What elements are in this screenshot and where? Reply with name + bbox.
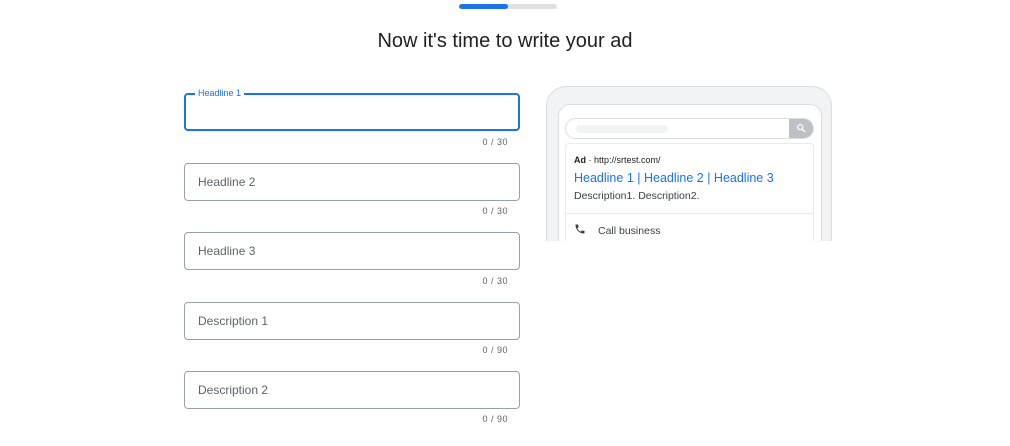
search-icon <box>796 120 806 138</box>
headline-1-input[interactable] <box>186 95 518 129</box>
headline-3-input[interactable] <box>185 233 519 269</box>
ad-badge: Ad <box>574 155 586 165</box>
description-1-counter: 0 / 90 <box>482 345 508 355</box>
headline-2-counter: 0 / 30 <box>482 206 508 216</box>
call-business-label: Call business <box>598 224 661 237</box>
preview-search-placeholder <box>576 125 668 133</box>
headline-3-field[interactable]: Headline 3 <box>184 232 520 270</box>
description-2-field[interactable]: Description 2 <box>184 371 520 409</box>
preview-ad-description: Description1. Description2. <box>574 190 700 202</box>
preview-ad-divider <box>566 213 813 214</box>
headline-2-input[interactable] <box>185 164 519 200</box>
preview-search-button <box>789 119 813 138</box>
headline-1-field[interactable]: Headline 1 <box>184 88 520 131</box>
headline-2-field[interactable]: Headline 2 <box>184 163 520 201</box>
headline-3-counter: 0 / 30 <box>482 276 508 286</box>
description-1-input[interactable] <box>185 303 519 339</box>
ad-display-url: http://srtest.com/ <box>594 155 661 165</box>
progress-bar <box>459 4 557 9</box>
ad-preview-phone: Ad · http://srtest.com/ Headline 1 | Hea… <box>546 86 832 241</box>
preview-search-bar <box>565 118 814 139</box>
page-title: Now it's time to write your ad <box>377 30 633 52</box>
ad-preview-screen: Ad · http://srtest.com/ Headline 1 | Hea… <box>558 104 822 241</box>
preview-call-extension: Call business <box>574 223 660 238</box>
headline-1-counter: 0 / 30 <box>482 137 508 147</box>
ad-separator: · <box>586 155 594 165</box>
description-2-counter: 0 / 90 <box>482 414 508 424</box>
description-2-input[interactable] <box>185 372 519 408</box>
preview-ad-url-line: Ad · http://srtest.com/ <box>574 155 661 165</box>
progress-bar-fill <box>459 4 508 9</box>
preview-ad-card: Ad · http://srtest.com/ Headline 1 | Hea… <box>565 143 814 241</box>
preview-ad-headline: Headline 1 | Headline 2 | Headline 3 <box>574 171 774 185</box>
description-1-field[interactable]: Description 1 <box>184 302 520 340</box>
phone-icon <box>574 223 598 238</box>
